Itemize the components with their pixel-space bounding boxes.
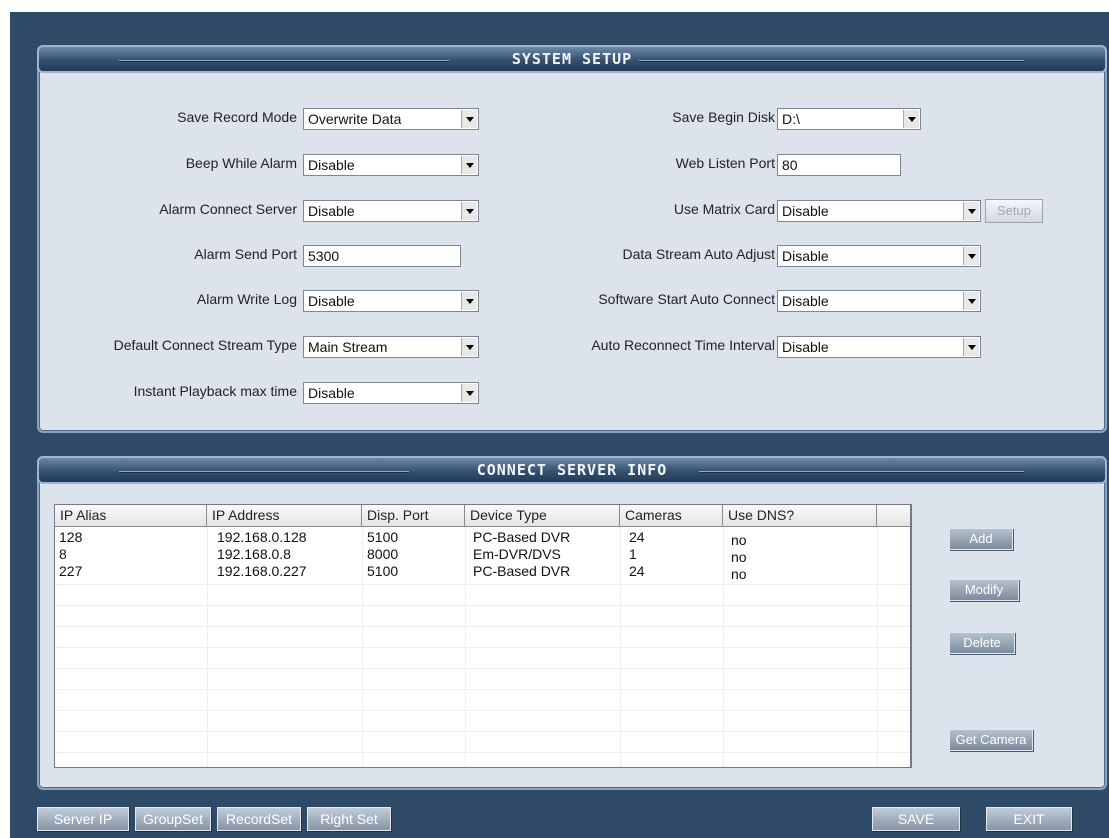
chevron-down-icon[interactable]: [461, 110, 477, 128]
delete-server-button[interactable]: Delete: [949, 632, 1015, 654]
chevron-down-icon[interactable]: [461, 292, 477, 310]
system-setup-panel: SYSTEM SETUP Save Record Mode Overwrite …: [37, 45, 1107, 433]
tab-right-set[interactable]: Right Set: [307, 807, 391, 831]
grid-line: [55, 752, 910, 753]
tab-recordset[interactable]: RecordSet: [217, 807, 301, 831]
beep-while-alarm-select[interactable]: Disable: [303, 154, 479, 176]
cell-ip-address: 192.168.0.227: [217, 563, 307, 579]
save-begin-disk-select[interactable]: D:\: [777, 108, 921, 130]
grid-line: [55, 584, 910, 585]
chevron-down-icon[interactable]: [963, 292, 979, 310]
modify-server-button[interactable]: Modify: [949, 579, 1019, 601]
web-listen-port-label: Web Listen Port: [675, 155, 775, 171]
cell-ip-address: 192.168.0.128: [217, 529, 307, 545]
cell-disp-port: 5100: [367, 529, 399, 545]
header-rule-right: [639, 60, 1024, 62]
use-matrix-card-select[interactable]: Disable: [777, 200, 981, 222]
instant-playback-max-time-label: Instant Playback max time: [133, 383, 297, 399]
cell-device-type: PC-Based DVR: [473, 529, 571, 545]
default-connect-stream-type-select[interactable]: Main Stream: [303, 336, 479, 358]
data-stream-auto-adjust-select[interactable]: Disable: [777, 245, 981, 267]
cell-disp-port: 5100: [367, 563, 399, 579]
chevron-down-icon[interactable]: [903, 110, 919, 128]
chevron-down-icon[interactable]: [461, 384, 477, 402]
column-header-cameras[interactable]: Cameras: [620, 505, 723, 527]
grid-line: [55, 647, 910, 648]
chevron-down-icon[interactable]: [461, 202, 477, 220]
auto-reconnect-time-interval-label: Auto Reconnect Time Interval: [591, 337, 775, 353]
matrix-setup-button[interactable]: Setup: [985, 199, 1043, 223]
save-button[interactable]: SAVE: [872, 807, 960, 831]
save-record-mode-label: Save Record Mode: [177, 109, 297, 125]
connect-server-info-title: CONNECT SERVER INFO: [476, 461, 668, 479]
alarm-write-log-select[interactable]: Disable: [303, 290, 479, 312]
connect-server-info-header: CONNECT SERVER INFO: [37, 456, 1107, 484]
alarm-send-port-label: Alarm Send Port: [194, 246, 297, 262]
cell-cameras: 24: [629, 529, 645, 545]
connect-server-info-panel: CONNECT SERVER INFO IP Alias IP Address …: [37, 456, 1107, 790]
cell-device-type: PC-Based DVR: [473, 563, 571, 579]
cell-device-type: Em-DVR/DVS: [473, 546, 561, 562]
column-header-device-type[interactable]: Device Type: [465, 505, 620, 527]
save-begin-disk-label: Save Begin Disk: [672, 109, 775, 125]
chevron-down-icon[interactable]: [461, 156, 477, 174]
column-header-ip-alias[interactable]: IP Alias: [55, 505, 207, 527]
chevron-down-icon[interactable]: [963, 247, 979, 265]
column-header-ip-address[interactable]: IP Address: [207, 505, 362, 527]
instant-playback-max-time-select[interactable]: Disable: [303, 382, 479, 404]
cell-ip-alias: 8: [59, 546, 67, 562]
column-header-filler: [877, 505, 910, 527]
save-record-mode-select[interactable]: Overwrite Data: [303, 108, 479, 130]
app-window: SYSTEM SETUP Save Record Mode Overwrite …: [10, 12, 1109, 838]
server-table[interactable]: IP Alias IP Address Disp. Port Device Ty…: [54, 504, 912, 768]
exit-button[interactable]: EXIT: [986, 807, 1072, 831]
cell-cameras: 24: [629, 563, 645, 579]
tab-groupset[interactable]: GroupSet: [135, 807, 211, 831]
system-setup-title: SYSTEM SETUP: [511, 50, 633, 68]
data-stream-auto-adjust-label: Data Stream Auto Adjust: [622, 246, 775, 262]
column-header-use-dns[interactable]: Use DNS?: [723, 505, 877, 527]
chevron-down-icon[interactable]: [963, 338, 979, 356]
cell-use-dns: no: [731, 532, 747, 548]
grid-line: [55, 710, 910, 711]
get-camera-button[interactable]: Get Camera: [949, 729, 1033, 751]
grid-line: [55, 626, 910, 627]
cell-ip-alias: 128: [59, 529, 83, 545]
alarm-connect-server-select[interactable]: Disable: [303, 200, 479, 222]
cell-disp-port: 8000: [367, 546, 399, 562]
use-matrix-card-label: Use Matrix Card: [673, 201, 775, 217]
software-start-auto-connect-select[interactable]: Disable: [777, 290, 981, 312]
grid-line: [55, 605, 910, 606]
cell-use-dns: no: [731, 549, 747, 565]
beep-while-alarm-label: Beep While Alarm: [185, 155, 297, 171]
header-rule-right: [699, 471, 1024, 473]
auto-reconnect-time-interval-select[interactable]: Disable: [777, 336, 981, 358]
cell-ip-alias: 227: [59, 563, 83, 579]
cell-ip-address: 192.168.0.8: [217, 546, 291, 562]
grid-line: [55, 668, 910, 669]
grid-line: [55, 731, 910, 732]
alarm-connect-server-label: Alarm Connect Server: [159, 201, 297, 217]
system-setup-header: SYSTEM SETUP: [37, 45, 1107, 73]
grid-line: [55, 689, 910, 690]
default-connect-stream-type-label: Default Connect Stream Type: [113, 337, 297, 353]
table-header-row: IP Alias IP Address Disp. Port Device Ty…: [55, 505, 910, 527]
chevron-down-icon[interactable]: [461, 338, 477, 356]
cell-use-dns: no: [731, 566, 747, 582]
web-listen-port-input[interactable]: 80: [777, 154, 901, 176]
column-header-disp-port[interactable]: Disp. Port: [362, 505, 465, 527]
chevron-down-icon[interactable]: [963, 202, 979, 220]
cell-cameras: 1: [629, 546, 637, 562]
tab-server-ip[interactable]: Server IP: [37, 807, 129, 831]
software-start-auto-connect-label: Software Start Auto Connect: [598, 291, 775, 307]
add-server-button[interactable]: Add: [949, 528, 1013, 550]
alarm-send-port-input[interactable]: 5300: [303, 245, 461, 267]
alarm-write-log-label: Alarm Write Log: [196, 291, 297, 307]
